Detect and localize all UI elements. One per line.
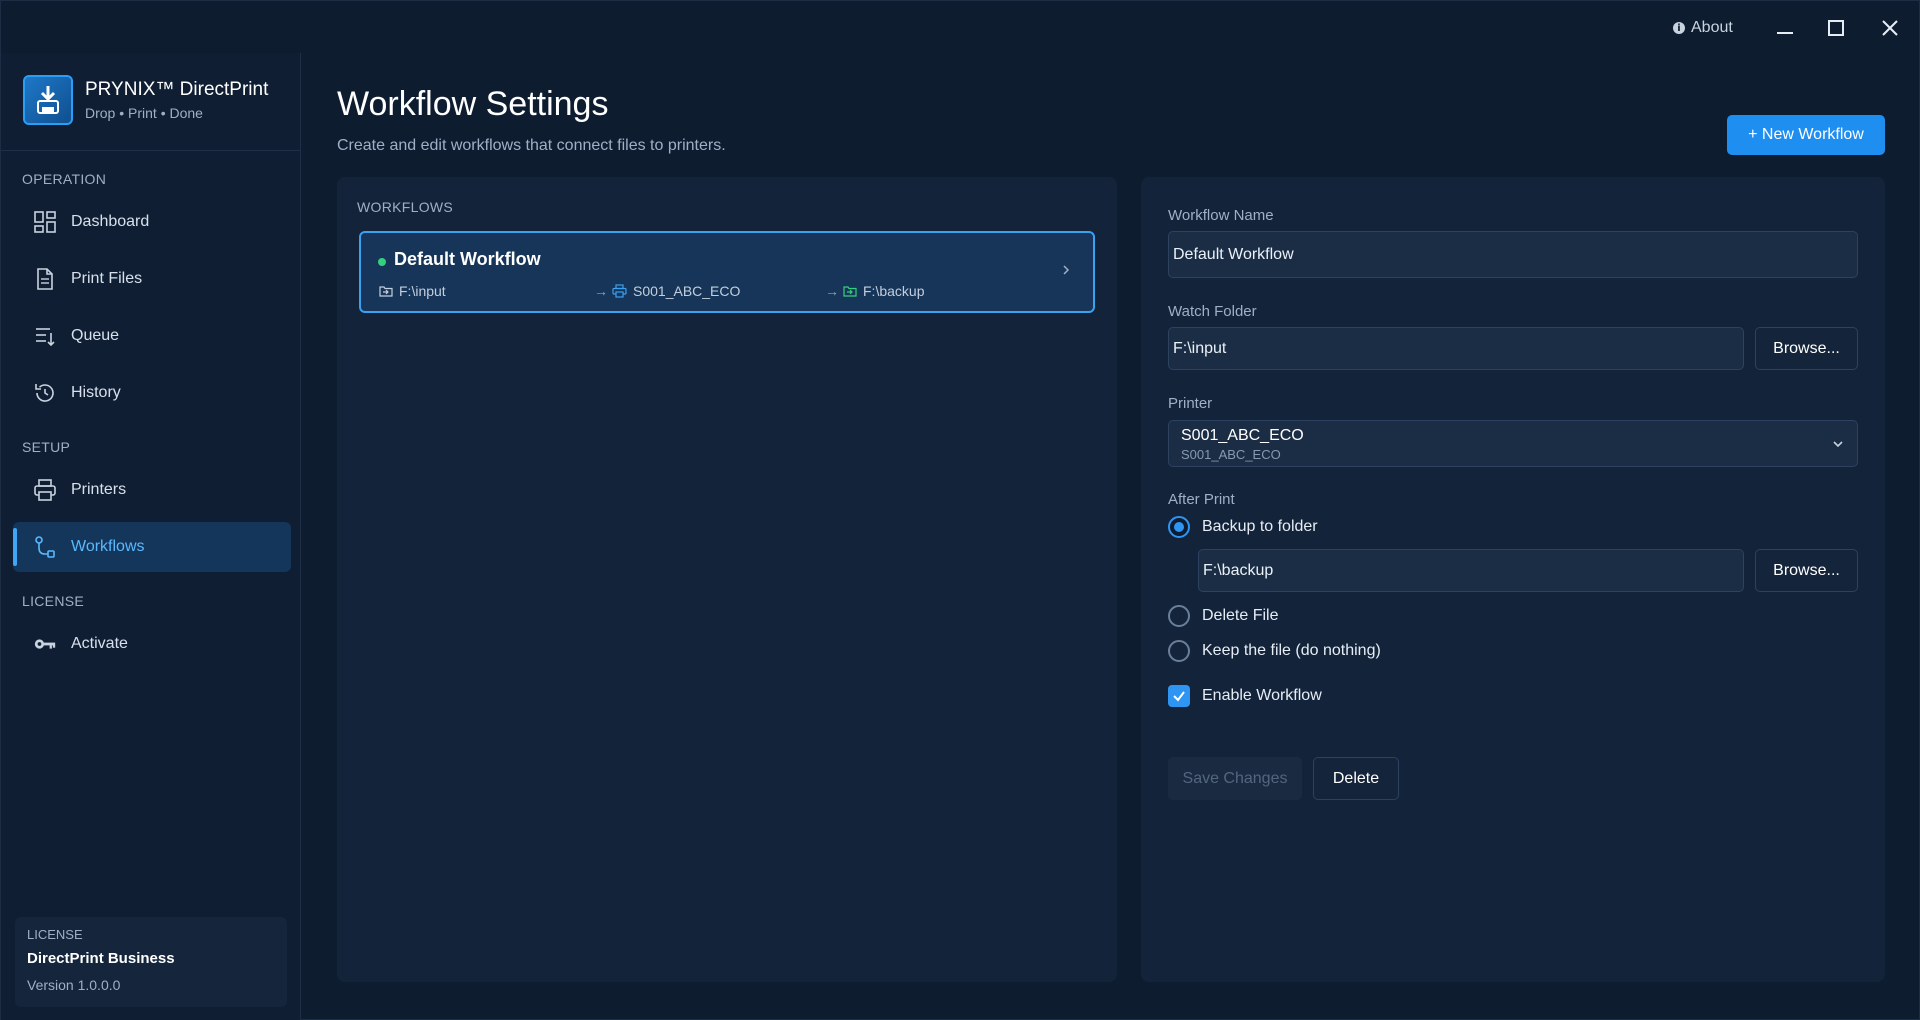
- print-download-icon: [37, 86, 59, 114]
- sidebar-item-queue[interactable]: Queue: [13, 311, 291, 361]
- about-label: About: [1691, 19, 1733, 36]
- workflow-backup-path: F:\backup: [863, 283, 925, 299]
- workflow-list-panel: WORKFLOWS Default Workflow F:\input → S0…: [337, 177, 1117, 982]
- app-tagline: Drop • Print • Done: [85, 105, 203, 121]
- sidebar-item-label: Print Files: [71, 270, 143, 287]
- checkbox-label: Enable Workflow: [1202, 687, 1322, 704]
- sidebar: PRYNIX™ DirectPrint Drop • Print • Done …: [1, 53, 301, 1020]
- radio-label: Backup to folder: [1202, 518, 1318, 535]
- folder-out-icon: [843, 286, 857, 297]
- document-icon: [33, 267, 57, 291]
- workflow-printer-step: → S001_ABC_ECO: [594, 283, 740, 299]
- printer-label: Printer: [1168, 395, 1213, 412]
- arrow-right-icon: →: [594, 283, 608, 299]
- maximize-icon: [1828, 20, 1844, 36]
- license-heading: LICENSE: [27, 927, 83, 942]
- dashboard-icon: [33, 210, 57, 234]
- about-button[interactable]: i About: [1673, 17, 1733, 39]
- app-window: i About PRYNIX™ DirectPrint Drop • Print…: [0, 0, 1920, 1020]
- sidebar-item-printers[interactable]: Printers: [13, 465, 291, 515]
- section-label-operation: OPERATION: [22, 171, 107, 187]
- arrow-right-icon: →: [825, 283, 839, 299]
- radio-button-checked[interactable]: [1168, 516, 1190, 538]
- sidebar-item-activate[interactable]: Activate: [13, 619, 291, 669]
- workflow-input-step: F:\input: [379, 283, 446, 299]
- enable-workflow-checkbox-row[interactable]: Enable Workflow: [1168, 685, 1322, 707]
- title-bar: i About: [1, 1, 1920, 53]
- minimize-button[interactable]: [1767, 13, 1803, 43]
- new-workflow-button[interactable]: + New Workflow: [1727, 115, 1885, 155]
- radio-backup-to-folder[interactable]: Backup to folder: [1168, 516, 1318, 538]
- workflow-input-path: F:\input: [399, 283, 446, 299]
- app-title: PRYNIX™ DirectPrint: [85, 79, 269, 100]
- maximize-button[interactable]: [1818, 13, 1854, 43]
- chevron-right-icon: [1063, 265, 1070, 275]
- delete-button[interactable]: Delete: [1313, 757, 1399, 800]
- printer-select[interactable]: S001_ABC_ECO S001_ABC_ECO: [1168, 420, 1858, 467]
- app-logo: [23, 75, 73, 125]
- workflow-name-label: Workflow Name: [1168, 207, 1274, 224]
- browse-backup-folder-button[interactable]: Browse...: [1755, 549, 1858, 592]
- divider: [1, 150, 300, 151]
- radio-button[interactable]: [1168, 640, 1190, 662]
- workflow-card[interactable]: Default Workflow F:\input → S001_ABC_ECO…: [359, 231, 1095, 313]
- sidebar-item-dashboard[interactable]: Dashboard: [13, 197, 291, 247]
- sidebar-item-print-files[interactable]: Print Files: [13, 254, 291, 304]
- browse-watch-folder-button[interactable]: Browse...: [1755, 327, 1858, 370]
- page-title: Workflow Settings: [337, 85, 609, 123]
- printer-icon: [612, 284, 627, 298]
- info-icon: i: [1673, 22, 1685, 34]
- status-dot: [378, 258, 386, 266]
- watch-folder-field[interactable]: F:\input: [1168, 327, 1744, 370]
- page-subtitle: Create and edit workflows that connect f…: [337, 137, 726, 154]
- radio-label: Delete File: [1202, 607, 1279, 624]
- key-icon: [33, 632, 57, 656]
- workflow-icon: [33, 535, 57, 559]
- workflow-name: Default Workflow: [394, 249, 541, 269]
- radio-delete-file[interactable]: Delete File: [1168, 605, 1278, 627]
- workflow-printer-name: S001_ABC_ECO: [633, 283, 741, 299]
- section-label-license: LICENSE: [22, 593, 85, 609]
- sidebar-item-label: Printers: [71, 481, 127, 498]
- sidebar-item-label: History: [71, 384, 121, 401]
- printer-selected-name: S001_ABC_ECO: [1181, 427, 1304, 444]
- radio-keep-file[interactable]: Keep the file (do nothing): [1168, 640, 1381, 662]
- license-product: DirectPrint Business: [27, 950, 175, 967]
- backup-folder-field[interactable]: F:\backup: [1198, 549, 1744, 592]
- workflow-editor-panel: Workflow Name Default Workflow Watch Fol…: [1141, 177, 1885, 982]
- save-changes-button[interactable]: Save Changes: [1168, 757, 1302, 800]
- brand: PRYNIX™ DirectPrint Drop • Print • Done: [23, 75, 268, 125]
- sidebar-item-label: Dashboard: [71, 213, 150, 230]
- sidebar-item-label: Activate: [71, 635, 128, 652]
- workflow-name-field[interactable]: Default Workflow: [1168, 231, 1858, 278]
- minimize-icon: [1777, 32, 1793, 34]
- sidebar-item-history[interactable]: History: [13, 368, 291, 418]
- folder-in-icon: [379, 286, 393, 297]
- sidebar-item-label: Queue: [71, 327, 120, 344]
- printer-selected-sub: S001_ABC_ECO: [1181, 447, 1281, 462]
- section-label-setup: SETUP: [22, 439, 71, 455]
- version-label: Version 1.0.0.0: [27, 977, 121, 993]
- history-icon: [33, 381, 57, 405]
- after-print-label: After Print: [1168, 491, 1235, 508]
- sidebar-item-label: Workflows: [71, 538, 145, 555]
- queue-icon: [33, 324, 57, 348]
- chevron-down-icon: [1833, 441, 1843, 448]
- enable-workflow-checkbox[interactable]: [1168, 685, 1190, 707]
- sidebar-item-workflows[interactable]: Workflows: [13, 522, 291, 572]
- close-button[interactable]: [1872, 13, 1908, 43]
- workflows-heading: WORKFLOWS: [357, 199, 454, 215]
- license-card: LICENSE DirectPrint Business Version 1.0…: [15, 917, 287, 1007]
- close-icon: [1882, 20, 1898, 36]
- watch-folder-label: Watch Folder: [1168, 303, 1257, 320]
- checkmark-icon: [1173, 691, 1185, 702]
- radio-button[interactable]: [1168, 605, 1190, 627]
- workflow-backup-step: → F:\backup: [825, 283, 924, 299]
- printer-icon: [33, 478, 57, 502]
- radio-label: Keep the file (do nothing): [1202, 642, 1381, 659]
